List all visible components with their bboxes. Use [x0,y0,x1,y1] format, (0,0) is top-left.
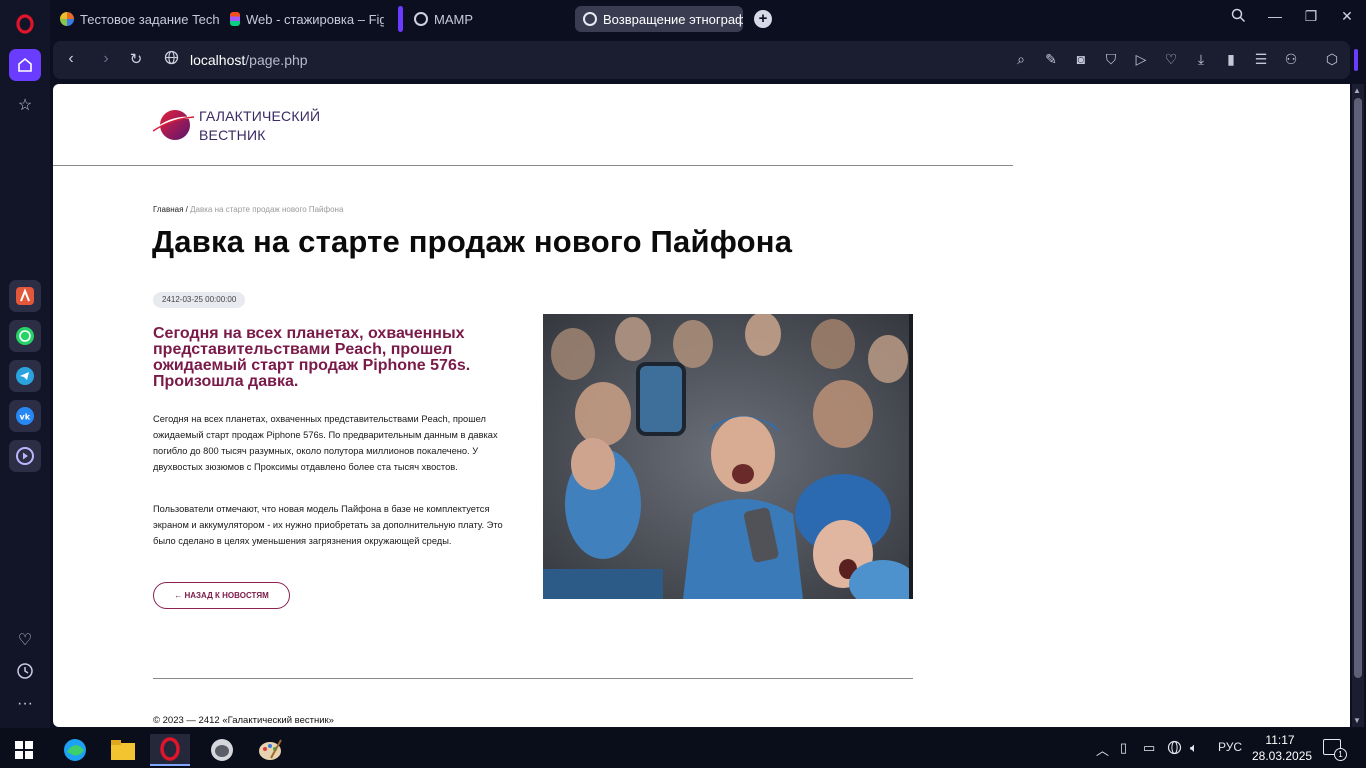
tab-label: MAMP [434,11,473,27]
tab-label: Тестовое задание Techart [80,11,220,27]
address-bar: ‹ › ↻ localhost/page.php ⌕ ✎ ◙ ⛉ ▷ ♡ ⤓ ▮… [53,41,1358,79]
url-field[interactable]: localhost/page.php [190,52,308,68]
file-explorer-icon[interactable] [103,734,143,766]
tab-bar: Тестовое задание Techart Web - стажировк… [50,0,1366,38]
home-icon[interactable] [9,49,41,81]
article-lead: Сегодня на всех планетах, охваченных пре… [153,325,471,390]
heart-icon[interactable]: ♡ [9,624,41,656]
close-icon[interactable]: ✕ [1336,8,1358,25]
globe-icon [414,12,428,26]
article-paragraph-2: Пользователи отмечают, что новая модель … [153,504,503,546]
clock-date: 28.03.2025 [1252,749,1313,763]
battery-saver-icon[interactable]: ▮ [1222,51,1240,68]
opera-taskbar-icon[interactable] [150,734,190,766]
globe-icon [161,50,181,69]
browser-sidebar: ☆ vk ♡ ··· [0,0,50,728]
download-icon[interactable]: ⤓ [1192,51,1210,68]
back-arrow-icon[interactable]: ‹ [61,50,81,68]
minimize-icon[interactable]: — [1264,8,1286,24]
history-clock-icon[interactable] [9,655,41,687]
logo-line-2: ВЕСТНИК [199,127,266,143]
edge-icon[interactable] [55,734,95,766]
windows-taskbar: ︿ ▯ ▭ 🔈︎ РУС 11:17 28.03.2025 1 [0,728,1366,768]
paint-palette-icon[interactable] [250,734,290,766]
search-tabs-icon[interactable] [1227,8,1249,26]
site-logo-text[interactable]: ГАЛАКТИЧЕСКИЙ ВЕСТНИК [199,107,320,145]
url-path: /page.php [245,52,308,68]
notification-count-badge: 1 [1334,748,1347,761]
tab-techart[interactable]: Тестовое задание Techart [52,6,220,32]
opera-logo-icon[interactable] [9,8,41,40]
whatsapp-icon[interactable] [9,320,41,352]
footer-divider [153,678,913,679]
article-paragraph-1: Сегодня на всех планетах, охваченных пре… [153,414,498,472]
planet-logo-icon[interactable] [152,108,195,142]
breadcrumb: Главная / Давка на старте продаж нового … [153,205,343,214]
network-globe-icon[interactable] [1167,740,1182,758]
profile-icon[interactable]: ⚇ [1282,51,1300,68]
extensions-cube-icon[interactable]: ⬡ [1323,51,1341,68]
clock-time: 11:17 [1265,733,1295,747]
sidebar-toggle[interactable] [1354,49,1358,71]
maximize-icon[interactable]: ❐ [1300,8,1322,25]
logo-line-1: ГАЛАКТИЧЕСКИЙ [199,108,321,124]
page-title: Давка на старте продаж нового Пайфона [152,224,793,259]
footer-copyright: © 2023 — 2412 «Галактический вестник» [153,715,334,726]
url-host: localhost [190,52,246,68]
scroll-down-icon[interactable]: ▼ [1353,716,1361,725]
header-divider [53,165,1013,166]
language-indicator[interactable]: РУС [1218,740,1242,754]
tray-device-icon[interactable]: ▯ [1120,740,1127,756]
aria-ai-icon[interactable] [9,280,41,312]
article-image [543,314,913,599]
star-icon[interactable]: ☆ [9,89,41,121]
battery-icon[interactable]: ▭ [1143,740,1155,756]
telegram-icon[interactable] [9,360,41,392]
scrollbar-thumb[interactable] [1354,98,1362,678]
edit-share-icon[interactable]: ✎ [1042,51,1060,68]
windows-start-icon[interactable] [4,734,44,766]
more-dots-icon[interactable]: ··· [9,688,41,720]
volume-icon[interactable]: 🔈︎ [1190,740,1198,756]
scroll-up-icon[interactable]: ▲ [1353,86,1361,95]
tray-chevron-icon[interactable]: ︿ [1096,740,1109,759]
tab-label: Web - стажировка – Figma [246,11,384,27]
svg-text:vk: vk [20,413,31,422]
globe-icon [583,12,597,26]
vk-icon[interactable]: vk [9,400,41,432]
tab-label: Возвращение этнографа [603,11,743,27]
heart-icon[interactable]: ♡ [1162,51,1180,68]
techart-icon [60,12,74,26]
forward-arrow-icon[interactable]: › [96,50,116,68]
date-badge: 2412-03-25 00:00:00 [153,292,246,308]
back-to-news-button[interactable]: ← НАЗАД К НОВОСТЯМ [153,582,290,609]
tab-group-marker [398,6,403,32]
clock[interactable]: 11:17 28.03.2025 [1252,732,1313,764]
new-tab-plus-icon[interactable]: + [754,10,772,28]
tab-mamp[interactable]: MAMP [406,6,568,32]
reload-icon[interactable]: ↻ [126,50,146,68]
shield-icon[interactable]: ⛉ [1102,51,1120,68]
mamp-elephant-icon[interactable] [202,734,242,766]
camera-icon[interactable]: ◙ [1072,51,1090,67]
player-icon[interactable] [9,440,41,472]
tab-figma[interactable]: Web - стажировка – Figma [222,6,384,32]
easy-setup-icon[interactable]: ☰ [1252,51,1270,68]
zoom-search-icon[interactable]: ⌕ [1012,51,1030,68]
web-page: ГАЛАКТИЧЕСКИЙ ВЕСТНИК Главная / Давка на… [53,84,1350,727]
send-icon[interactable]: ▷ [1132,51,1150,68]
tab-ethnographer[interactable]: Возвращение этнографа [575,6,743,32]
figma-icon [230,12,240,26]
breadcrumb-home-link[interactable]: Главная [153,205,183,214]
breadcrumb-current: Давка на старте продаж нового Пайфона [190,205,344,214]
